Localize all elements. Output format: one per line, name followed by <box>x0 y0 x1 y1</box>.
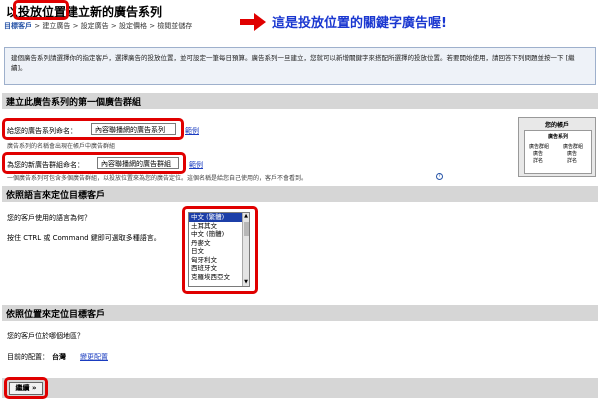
continue-highlight-box <box>4 377 48 399</box>
section-header-first-adgroup: 建立此廣告系列的第一個廣告群組 <box>2 93 598 109</box>
step-create-ad[interactable]: 建立廣告 <box>42 22 70 30</box>
step-setup-ad[interactable]: 設定廣告 <box>81 22 109 30</box>
campaign-hint: 廣告系列的名稱會出現在帳戶中廣告群組 <box>7 143 116 150</box>
preview-keyword-2: 詳名 <box>567 158 578 164</box>
preview-adgroup-1: 廣告群組 <box>529 144 550 150</box>
campaign-example-link[interactable]: 範例 <box>185 126 199 136</box>
current-location-label: 目前的配置： <box>7 353 49 361</box>
footer-bar <box>2 378 598 398</box>
preview-adgroup-2: 廣告群組 <box>563 144 584 150</box>
step-navigation: 目標客戶 > 建立廣告 > 設定廣告 > 設定價格 > 檢閱並儲存 <box>4 22 193 30</box>
preview-ad-1: 廣告 <box>533 151 544 157</box>
language-list-highlight-box <box>182 206 258 294</box>
title-highlight-box <box>13 0 69 20</box>
help-icon[interactable]: ? <box>436 173 443 180</box>
location-question: 您的客戶位於哪個地區？ <box>7 332 84 340</box>
callout-annotation: 這是投放位置的關鍵字廣告喔! <box>272 16 447 31</box>
language-question: 您的客戶使用的語言為何？ <box>7 214 91 222</box>
adgroup-example-link[interactable]: 範例 <box>189 160 203 170</box>
campaign-name-highlight-box <box>2 118 184 140</box>
step-review-save[interactable]: 檢閱並儲存 <box>157 22 192 30</box>
preview-title: 您的帳戶 <box>544 122 569 129</box>
account-structure-preview: 您的帳戶 廣告系列 廣告群組 廣告 詳名 廣告群組 廣告 詳名 <box>518 117 596 177</box>
section-header-language: 依照語言來定位目標客戶 <box>2 186 598 202</box>
arrow-right-icon <box>240 13 266 31</box>
preview-keyword-1: 詳名 <box>533 158 544 164</box>
current-location-value: 台灣 <box>52 353 66 361</box>
preview-campaign-label: 廣告系列 <box>547 134 568 140</box>
language-hint: 按住 CTRL 或 Command 鍵即可選取多種語言。 <box>7 234 161 242</box>
adgroup-name-highlight-box <box>2 152 186 174</box>
step-pricing[interactable]: 設定價格 <box>119 22 147 30</box>
change-location-link[interactable]: 變更配置 <box>80 352 108 362</box>
step-target-customers[interactable]: 目標客戶 <box>4 22 32 30</box>
preview-campaign-box: 廣告系列 廣告群組 廣告 詳名 廣告群組 廣告 詳名 <box>524 130 592 174</box>
section-header-location: 依照位置來定位目標客戶 <box>2 305 598 321</box>
intro-text: 建個廣告系列請選擇你的指定客戶，選擇廣告的投放位置，並可設定一筆每日預算。廣告系… <box>4 47 596 85</box>
adgroup-hint: 一個廣告系列可包含多個廣告群組，以投放位置來為您的廣告定位。這個名稱是給您自己使… <box>7 175 308 182</box>
preview-ad-2: 廣告 <box>567 151 578 157</box>
